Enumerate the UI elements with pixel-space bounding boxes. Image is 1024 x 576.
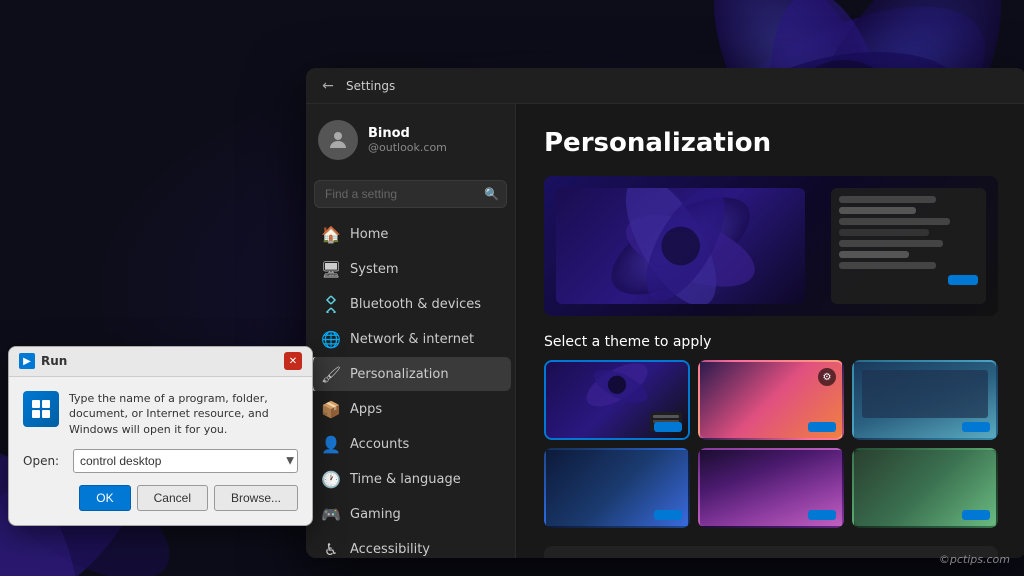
run-cancel-button[interactable]: Cancel: [137, 485, 208, 511]
sidebar-item-label: Home: [350, 227, 388, 242]
sidebar-item-system[interactable]: 🖥 System: [310, 252, 511, 286]
sidebar-search-wrapper: 🔍: [314, 180, 507, 208]
sidebar-item-label: Accessibility: [350, 542, 430, 557]
accounts-icon: 👤: [322, 435, 340, 453]
run-field-row: Open: ▼: [23, 449, 298, 473]
select-theme-label: Select a theme to apply: [544, 334, 998, 350]
sidebar-item-label: Gaming: [350, 507, 401, 522]
theme-card-btn-5: [808, 510, 836, 520]
accessibility-icon: ♿: [322, 540, 340, 558]
run-ok-button[interactable]: OK: [79, 485, 130, 511]
sidebar-nav: 🏠 Home 🖥 System Bluetooth & devices: [306, 216, 515, 558]
run-dialog: ▶ Run ✕ Type the name of a program, fold…: [8, 346, 313, 526]
sidebar-item-personalization[interactable]: 🖌 Personalization: [310, 357, 511, 391]
theme-preview-sidebar-mock: [831, 188, 986, 304]
sidebar-item-accessibility[interactable]: ♿ Accessibility: [310, 532, 511, 558]
sidebar-item-bluetooth[interactable]: Bluetooth & devices: [310, 287, 511, 321]
run-icon-big: [23, 391, 59, 427]
run-titlebar: ▶ Run ✕: [9, 347, 312, 377]
run-close-button[interactable]: ✕: [284, 352, 302, 370]
run-open-input[interactable]: [73, 449, 298, 473]
search-icon: 🔍: [484, 187, 499, 201]
run-open-label: Open:: [23, 454, 65, 468]
theme-preview-wallpaper: [556, 188, 805, 304]
sidebar-item-label: Accounts: [350, 437, 409, 452]
personalization-icon: 🖌: [322, 365, 340, 383]
run-browse-button[interactable]: Browse...: [214, 485, 298, 511]
apps-icon: 📦: [322, 400, 340, 418]
settings-item-background[interactable]: 🖼 Background Background image, color, sl…: [544, 546, 998, 558]
run-title: Run: [41, 354, 67, 368]
gaming-icon: 🎮: [322, 505, 340, 523]
time-icon: 🕐: [322, 470, 340, 488]
run-input-wrapper: ▼: [73, 449, 298, 473]
theme-card-4[interactable]: [544, 448, 690, 528]
run-top: Type the name of a program, folder, docu…: [23, 391, 298, 437]
sidebar-item-time[interactable]: 🕐 Time & language: [310, 462, 511, 496]
settings-titlebar: ← Settings: [306, 68, 1024, 104]
sidebar-item-network[interactable]: 🌐 Network & internet: [310, 322, 511, 356]
back-button[interactable]: ←: [318, 76, 338, 96]
sidebar-item-label: Network & internet: [350, 332, 474, 347]
sidebar-item-label: Bluetooth & devices: [350, 297, 481, 312]
settings-sidebar: Binod @outlook.com 🔍 🏠 Home 🖥 System: [306, 104, 516, 558]
sidebar-item-label: Personalization: [350, 367, 449, 382]
theme-card-btn-3: [962, 422, 990, 432]
theme-card-6[interactable]: [852, 448, 998, 528]
theme-card-btn-2: [808, 422, 836, 432]
theme-card-2[interactable]: ⚙: [698, 360, 844, 440]
sidebar-item-accounts[interactable]: 👤 Accounts: [310, 427, 511, 461]
page-title: Personalization: [544, 128, 998, 158]
settings-window: ← Settings Binod @outlook.com: [306, 68, 1024, 558]
theme-card-5[interactable]: [698, 448, 844, 528]
theme-card-btn-4: [654, 510, 682, 520]
system-icon: 🖥: [322, 260, 340, 278]
settings-window-title: Settings: [346, 79, 395, 93]
profile-info: Binod @outlook.com: [368, 126, 447, 154]
profile-email: @outlook.com: [368, 141, 447, 154]
sidebar-profile[interactable]: Binod @outlook.com: [306, 104, 515, 176]
sidebar-item-home[interactable]: 🏠 Home: [310, 217, 511, 251]
theme-grid: ⚙: [544, 360, 998, 528]
theme-card-settings-icon: ⚙: [818, 368, 836, 386]
run-dropdown-arrow-icon: ▼: [286, 456, 294, 467]
run-buttons: OK Cancel Browse...: [23, 485, 298, 511]
sidebar-item-label: Apps: [350, 402, 382, 417]
settings-body: Binod @outlook.com 🔍 🏠 Home 🖥 System: [306, 104, 1024, 558]
run-app-icon: ▶: [19, 353, 35, 369]
profile-name: Binod: [368, 126, 447, 141]
watermark: ©pctips.com: [939, 553, 1010, 566]
sidebar-item-label: Time & language: [350, 472, 461, 487]
settings-main: Personalization: [516, 104, 1024, 558]
avatar: [318, 120, 358, 160]
theme-card-btn-6: [962, 510, 990, 520]
theme-card-3[interactable]: [852, 360, 998, 440]
home-icon: 🏠: [322, 225, 340, 243]
network-icon: 🌐: [322, 330, 340, 348]
sidebar-item-label: System: [350, 262, 398, 277]
run-body: Type the name of a program, folder, docu…: [9, 377, 312, 525]
sidebar-item-gaming[interactable]: 🎮 Gaming: [310, 497, 511, 531]
run-description: Type the name of a program, folder, docu…: [69, 391, 298, 437]
theme-card-1[interactable]: [544, 360, 690, 440]
search-input[interactable]: [314, 180, 507, 208]
theme-preview-banner: [544, 176, 998, 316]
run-titlebar-left: ▶ Run: [19, 353, 67, 369]
bluetooth-icon: [322, 295, 340, 313]
theme-card-btn-1: [654, 422, 682, 432]
sidebar-item-apps[interactable]: 📦 Apps: [310, 392, 511, 426]
